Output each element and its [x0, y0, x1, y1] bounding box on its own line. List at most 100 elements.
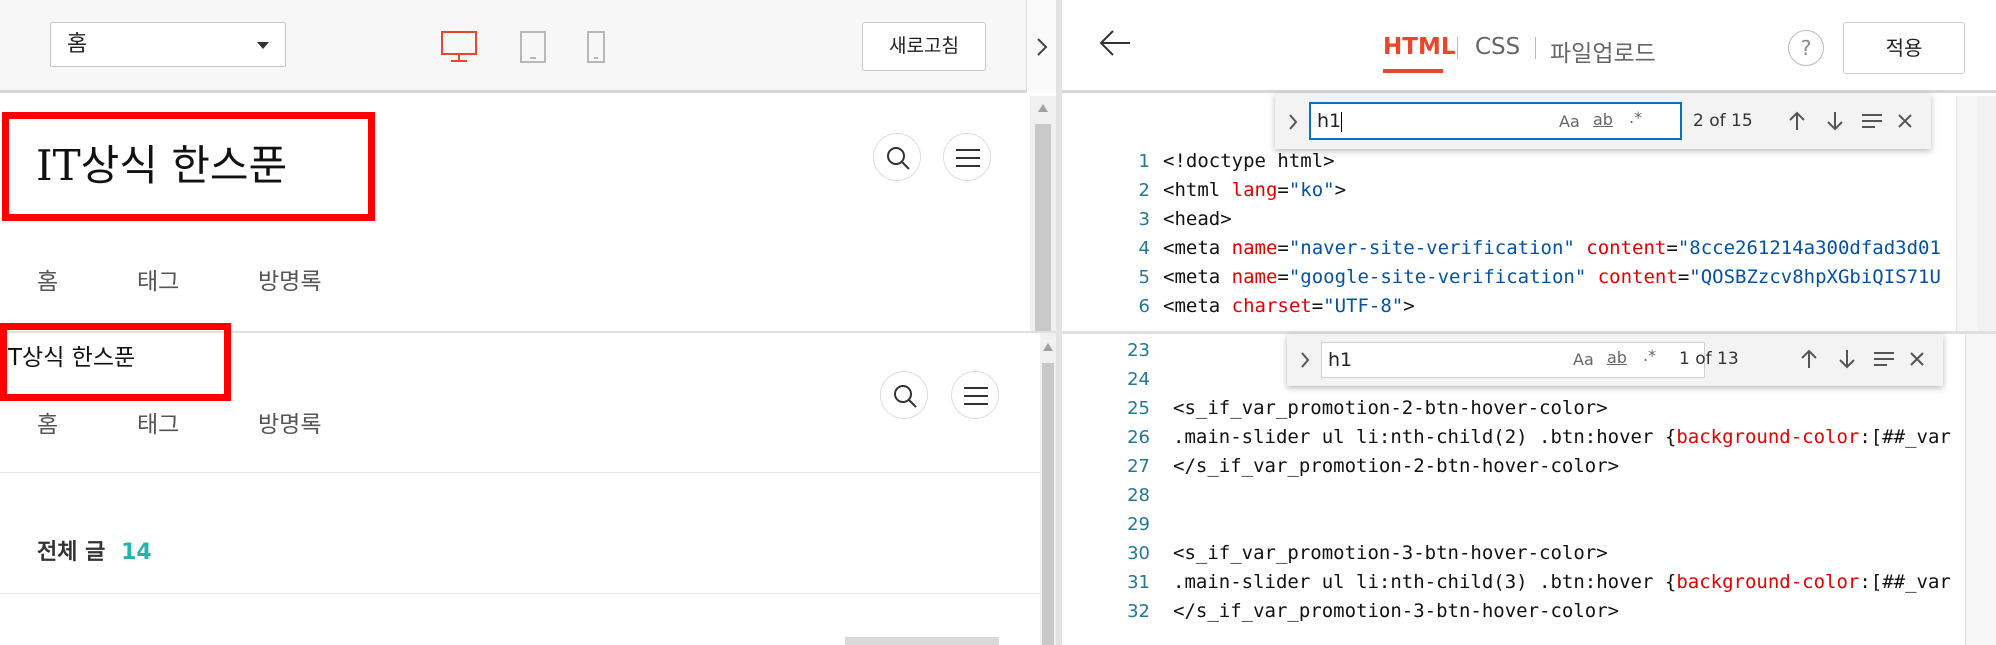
regex-toggle[interactable]: .* — [1629, 108, 1642, 127]
tablet-view-icon[interactable] — [518, 30, 548, 66]
line-number: 23 — [1127, 340, 1150, 361]
arrow-up-icon[interactable] — [1787, 110, 1807, 132]
help-button[interactable]: ? — [1788, 30, 1824, 66]
nav-home[interactable]: 홈 — [37, 262, 58, 296]
preview-top-scrollbar[interactable] — [1030, 96, 1056, 332]
hamburger-icon — [964, 387, 988, 405]
code-token: > — [1334, 179, 1347, 201]
line-number: 25 — [1127, 398, 1150, 419]
refresh-button[interactable]: 새로고침 — [862, 22, 986, 71]
blog-title[interactable]: IT상식 한스푼 — [36, 132, 287, 193]
code-token: <html — [1163, 179, 1232, 201]
post-count-label: 전체 글 — [37, 540, 106, 565]
code-line[interactable]: </s_if_var_promotion-2-btn-hover-color> — [1173, 452, 1996, 481]
code-lines: <!doctype html> <html lang="ko"> <head> <me… — [1163, 147, 1996, 321]
hamburger-icon — [956, 149, 980, 167]
arrow-left-icon — [1099, 30, 1130, 56]
code-token: = — [1677, 266, 1690, 288]
search-icon — [887, 147, 910, 170]
search-button[interactable] — [873, 133, 921, 181]
code-line[interactable]: <s_if_var_promotion-2-btn-hover-color> — [1173, 394, 1996, 423]
scroll-up-arrow-icon[interactable] — [1043, 343, 1053, 351]
code-token: </s_if_var_promotion-3-btn-hover-color> — [1173, 600, 1620, 622]
code-line[interactable] — [1173, 481, 1996, 510]
code-token: </s_if_var_promotion-2-btn-hover-color> — [1173, 455, 1620, 477]
find-in-selection-icon[interactable] — [1873, 350, 1895, 368]
nav-tag[interactable]: 태그 — [137, 262, 179, 296]
tab-separator — [1457, 37, 1458, 59]
code-token: lang — [1231, 179, 1278, 201]
code-line[interactable]: <meta charset="UTF-8"> — [1163, 292, 1996, 321]
tab-file-upload[interactable]: 파일업로드 — [1550, 34, 1656, 68]
code-line[interactable]: <meta name="naver-site-verification" con… — [1163, 234, 1996, 263]
line-number: 32 — [1127, 601, 1150, 622]
code-line[interactable]: <html lang="ko"> — [1163, 176, 1996, 205]
arrow-down-icon[interactable] — [1837, 348, 1857, 370]
editor-vertical-scrollbar[interactable] — [1978, 96, 1996, 332]
code-line[interactable]: <s_if_var_promotion-3-btn-hover-color> — [1173, 539, 1996, 568]
line-number: 4 — [1138, 238, 1150, 259]
code-token: = — [1277, 266, 1289, 288]
section-divider — [0, 472, 1040, 473]
desktop-view-icon[interactable] — [440, 30, 480, 66]
section-divider — [0, 593, 1040, 594]
code-token: = — [1277, 237, 1289, 259]
mobile-view-icon[interactable] — [584, 30, 608, 66]
nav-tag[interactable]: 태그 — [137, 405, 179, 439]
code-line[interactable] — [1173, 510, 1996, 539]
code-line[interactable]: .main-slider ul li:nth-child(2) .btn:hov… — [1173, 423, 1996, 452]
collapse-preview-button[interactable] — [1026, 0, 1056, 93]
match-case-toggle[interactable]: Aa — [1573, 350, 1594, 369]
nav-home[interactable]: 홈 — [37, 405, 58, 439]
code-line[interactable]: <head> — [1163, 205, 1996, 234]
code-token: name — [1231, 266, 1278, 288]
code-line[interactable]: </s_if_var_promotion-3-btn-hover-color> — [1173, 597, 1996, 626]
code-line[interactable]: <!doctype html> — [1163, 147, 1996, 176]
back-button[interactable] — [1098, 28, 1132, 58]
search-button[interactable] — [880, 371, 928, 419]
tab-css[interactable]: CSS — [1475, 34, 1520, 60]
find-query: h1 — [1317, 110, 1342, 132]
preview-bottom-scrollbar[interactable] — [1040, 333, 1056, 645]
menu-button[interactable] — [951, 371, 999, 419]
close-icon[interactable] — [1909, 351, 1925, 367]
line-number: 6 — [1138, 296, 1150, 317]
whole-word-toggle[interactable]: ab — [1607, 348, 1627, 367]
nav-guestbook[interactable]: 방명록 — [258, 405, 321, 439]
post-thumbnail[interactable] — [845, 637, 999, 645]
line-number: 27 — [1127, 456, 1150, 477]
line-number: 3 — [1138, 209, 1150, 230]
code-line[interactable]: .main-slider ul li:nth-child(3) .btn:hov… — [1173, 568, 1996, 597]
line-number: 29 — [1127, 514, 1150, 535]
regex-toggle[interactable]: .* — [1643, 346, 1656, 365]
code-token: = — [1311, 295, 1324, 317]
match-case-toggle[interactable]: Aa — [1559, 112, 1580, 131]
toggle-replace-icon[interactable] — [1287, 113, 1299, 131]
whole-word-toggle[interactable]: ab — [1593, 110, 1613, 129]
find-widget: h1 Aa ab .* 2 of 15 — [1275, 94, 1931, 149]
scroll-thumb[interactable] — [1042, 363, 1054, 645]
arrow-down-icon[interactable] — [1825, 110, 1845, 132]
arrow-up-icon[interactable] — [1799, 348, 1819, 370]
tab-html[interactable]: HTML — [1383, 34, 1455, 60]
scroll-up-arrow-icon[interactable] — [1038, 104, 1048, 112]
line-number: 31 — [1127, 572, 1150, 593]
dropdown-caret-icon — [257, 42, 269, 49]
find-in-selection-icon[interactable] — [1861, 112, 1883, 130]
line-number: 26 — [1127, 427, 1150, 448]
nav-guestbook[interactable]: 방명록 — [258, 262, 321, 296]
apply-button[interactable]: 적용 — [1843, 22, 1965, 74]
match-count: 2 of 15 — [1693, 111, 1753, 131]
find-input[interactable]: h1 — [1309, 102, 1682, 140]
toggle-replace-icon[interactable] — [1299, 351, 1311, 369]
code-token: "google-site-verification" — [1288, 266, 1587, 288]
code-line[interactable]: <meta name="google-site-verification" co… — [1163, 263, 1996, 292]
line-number-gutter: 1 2 3 4 5 6 — [1110, 147, 1160, 321]
scroll-thumb[interactable] — [1035, 124, 1051, 332]
menu-button[interactable] — [943, 133, 991, 181]
page-select[interactable]: 홈 — [50, 22, 286, 67]
close-icon[interactable] — [1897, 113, 1913, 129]
blog-title[interactable]: T상식 한스푼 — [8, 338, 135, 372]
code-token: background-color — [1676, 571, 1860, 593]
